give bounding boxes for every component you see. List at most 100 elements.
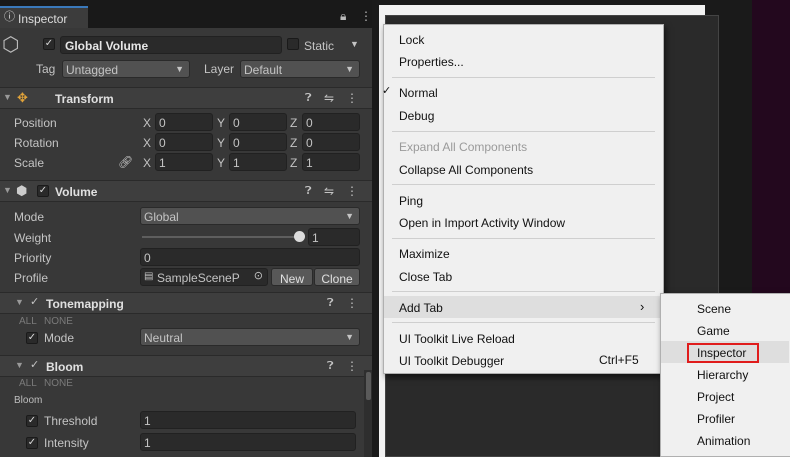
volume-header[interactable]: ▼ ⬢ ✓ Volume ❓︎ ⇋ ⋮ <box>0 180 372 202</box>
tab-title: Inspector <box>18 12 68 26</box>
rotation-x-value: 0 <box>159 136 166 150</box>
layer-dropdown[interactable]: Default ▼ <box>240 60 360 78</box>
menu-item-add-tab[interactable]: Add Tab › <box>384 296 663 318</box>
profile-asset-icon: ▤ <box>144 271 154 282</box>
tonemapping-mode-dropdown[interactable]: Neutral ▼ <box>140 328 360 346</box>
menu-item-ui-debugger[interactable]: UI Toolkit Debugger Ctrl+F5 <box>384 349 663 371</box>
menu-item-label: Open in Import Activity Window <box>399 216 566 230</box>
help-icon[interactable]: ❓︎ <box>327 298 334 309</box>
menu-item-ping[interactable]: Ping <box>384 189 663 211</box>
submenu-item-inspector[interactable]: Inspector <box>661 341 789 363</box>
checkmark-icon[interactable]: ✓ <box>30 297 39 308</box>
scale-z-field[interactable]: 1 <box>302 153 360 171</box>
submenu-item-scene[interactable]: Scene <box>661 297 789 319</box>
menu-item-live-reload[interactable]: UI Toolkit Live Reload <box>384 327 663 349</box>
intensity-field[interactable]: 1 <box>140 433 356 451</box>
menu-item-label: Hierarchy <box>697 368 749 382</box>
submenu-item-project[interactable]: Project <box>661 385 789 407</box>
layer-value: Default <box>244 63 283 77</box>
intensity-value: 1 <box>144 436 151 450</box>
menu-item-debug[interactable]: Debug <box>384 104 663 126</box>
tonemapping-none-toggle[interactable]: NONE <box>44 317 73 327</box>
active-checkbox[interactable]: ✓ <box>43 38 55 50</box>
component-menu-icon[interactable]: ⋮ <box>346 297 358 309</box>
preset-icon[interactable]: ⇋ <box>324 185 334 197</box>
add-tab-submenu: Scene Game Inspector Hierarchy Project P… <box>660 293 790 457</box>
bloom-all-toggle[interactable]: ALL <box>19 379 37 389</box>
profile-label: Profile <box>14 271 49 285</box>
tag-value: Untagged <box>66 63 119 77</box>
position-y-field[interactable]: 0 <box>229 113 287 131</box>
menu-item-lock[interactable]: Lock <box>384 28 663 50</box>
tag-dropdown[interactable]: Untagged ▼ <box>62 60 190 78</box>
bloom-title: Bloom <box>46 360 84 374</box>
weight-field[interactable]: 1 <box>308 228 360 246</box>
submenu-item-profiler[interactable]: Profiler <box>661 407 789 429</box>
menu-separator <box>392 291 655 292</box>
rotation-z-field[interactable]: 0 <box>302 133 360 151</box>
transform-header[interactable]: ▼ ✥ Transform ❓︎ ⇋ ⋮ <box>0 87 372 109</box>
new-profile-button[interactable]: New <box>271 268 313 286</box>
checkmark-icon[interactable]: ✓ <box>30 360 39 371</box>
scale-y-field[interactable]: 1 <box>229 153 287 171</box>
intensity-checkbox[interactable]: ✓ <box>26 437 38 449</box>
tab-inspector[interactable]: ⓘ Inspector <box>0 6 88 28</box>
help-icon[interactable]: ❓︎ <box>327 361 334 372</box>
weight-value: 1 <box>312 231 319 245</box>
help-icon[interactable]: ❓︎ <box>305 93 312 104</box>
threshold-field[interactable]: 1 <box>140 411 356 429</box>
submenu-item-animation[interactable]: Animation <box>661 429 789 451</box>
scrollbar-thumb[interactable] <box>366 372 371 400</box>
scale-x-field[interactable]: 1 <box>155 153 213 171</box>
tonemapping-mode-checkbox[interactable]: ✓ <box>26 332 38 344</box>
bloom-none-toggle[interactable]: NONE <box>44 379 73 389</box>
inspector-context-menu: Lock Properties... ✓ Normal Debug Expand… <box>382 24 664 374</box>
menu-item-properties[interactable]: Properties... <box>384 50 663 72</box>
bloom-header[interactable]: ▼ ✓ Bloom ❓︎ ⋮ <box>0 355 372 377</box>
menu-item-open-import[interactable]: Open in Import Activity Window <box>384 211 663 233</box>
threshold-label: Threshold <box>44 414 98 428</box>
profile-field[interactable]: ▤ SampleSceneP ⊙ <box>140 268 268 286</box>
tonemapping-all-toggle[interactable]: ALL <box>19 317 37 327</box>
preset-icon[interactable]: ⇋ <box>324 92 334 104</box>
volume-title: Volume <box>55 185 98 199</box>
chevron-down-icon: ▼ <box>175 64 184 74</box>
lock-icon[interactable]: 🔒︎ <box>340 10 346 22</box>
volume-mode-dropdown[interactable]: Global ▼ <box>140 207 360 225</box>
clone-profile-button[interactable]: Clone <box>314 268 360 286</box>
menu-item-label: Expand All Components <box>399 140 528 154</box>
static-checkbox[interactable] <box>287 38 299 50</box>
axis-z-label: Z <box>290 136 298 150</box>
volume-enabled-checkbox[interactable]: ✓ <box>37 185 49 197</box>
menu-item-close-tab[interactable]: Close Tab <box>384 265 663 287</box>
submenu-item-game[interactable]: Game <box>661 319 789 341</box>
kebab-menu-icon[interactable]: ⋮ <box>360 10 372 22</box>
tonemapping-header[interactable]: ▼ ✓ Tonemapping ❓︎ ⋮ <box>0 292 372 314</box>
component-menu-icon[interactable]: ⋮ <box>346 92 358 104</box>
position-x-field[interactable]: 0 <box>155 113 213 131</box>
object-picker-icon[interactable]: ⊙ <box>254 271 263 282</box>
link-icon[interactable]: 🔗︎ <box>118 156 133 168</box>
menu-item-label: UI Toolkit Debugger <box>399 354 505 368</box>
menu-item-normal[interactable]: ✓ Normal <box>382 81 663 103</box>
menu-item-collapse-all[interactable]: Collapse All Components <box>384 158 663 180</box>
help-icon[interactable]: ❓︎ <box>305 186 312 197</box>
rotation-x-field[interactable]: 0 <box>155 133 213 151</box>
scale-x-value: 1 <box>159 156 166 170</box>
weight-slider-track[interactable] <box>142 236 302 238</box>
menu-item-expand-all: Expand All Components <box>384 135 663 157</box>
menu-item-maximize[interactable]: Maximize <box>384 242 663 264</box>
position-y-value: 0 <box>233 116 240 130</box>
submenu-item-hierarchy[interactable]: Hierarchy <box>661 363 789 385</box>
scale-y-value: 1 <box>233 156 240 170</box>
component-menu-icon[interactable]: ⋮ <box>346 185 358 197</box>
rotation-y-field[interactable]: 0 <box>229 133 287 151</box>
highlight-box <box>687 343 759 363</box>
priority-field[interactable]: 0 <box>140 248 360 266</box>
static-dropdown-icon[interactable]: ▼ <box>350 40 359 49</box>
weight-slider-thumb[interactable] <box>294 231 305 242</box>
object-name-field[interactable]: Global Volume <box>60 36 282 54</box>
component-menu-icon[interactable]: ⋮ <box>346 360 358 372</box>
threshold-checkbox[interactable]: ✓ <box>26 415 38 427</box>
position-z-field[interactable]: 0 <box>302 113 360 131</box>
